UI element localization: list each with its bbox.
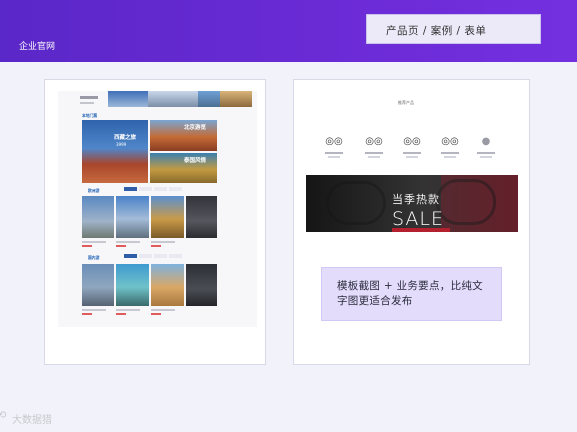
photo-domestic-3[interactable]: [151, 264, 184, 306]
mock-logo-sub: [80, 102, 94, 104]
mock-banner: [108, 91, 252, 107]
section-2-tab-2[interactable]: [139, 187, 152, 191]
glasses-icon: ◎◎: [441, 136, 459, 147]
price-line: [151, 245, 161, 247]
mock-section-title: 推荐产品: [398, 100, 414, 105]
watermark-icon: ⟲: [0, 410, 7, 421]
section-title-1: 本地门票: [82, 113, 98, 118]
section-3-tabs[interactable]: [124, 254, 204, 258]
tile-thailand[interactable]: 泰国风情: [150, 153, 217, 183]
breadcrumb-box: 产品页 / 案例 / 表单: [366, 14, 541, 44]
glasses-icon: ◎◎: [365, 136, 383, 147]
hero-banner[interactable]: 当季热款 SALE: [306, 175, 518, 232]
tile-tibet-title: 西藏之旅: [114, 135, 137, 141]
breadcrumb: 产品页 / 案例 / 表单: [386, 25, 487, 37]
price-line: [82, 245, 92, 247]
annotation-box: 模板截图 + 业务要点，比纯文字图更适合发布: [321, 267, 502, 321]
top-header: 企业官网 产品页 / 案例 / 表单: [0, 0, 577, 62]
category-sub: [480, 156, 492, 158]
hero-sale-strip: [392, 228, 450, 232]
section-2-tab-1[interactable]: [124, 187, 137, 191]
product-category-3[interactable]: ◎◎: [398, 137, 426, 158]
tile-beijing[interactable]: 北京游览: [150, 120, 217, 151]
template-preview-left: 本地门票 西藏之旅 3999 北京游览 泰国风情 欧洲游 国内游: [44, 79, 266, 365]
photo-europe-3[interactable]: [151, 196, 184, 238]
caption-line: [151, 241, 175, 243]
category-label: [477, 152, 495, 154]
section-3-tab-1[interactable]: [124, 254, 137, 258]
price-line: [151, 313, 161, 315]
category-sub: [368, 156, 380, 158]
product-category-4[interactable]: ◎◎: [436, 137, 464, 158]
product-category-5[interactable]: ●: [472, 137, 500, 158]
section-2-tab-3[interactable]: [154, 187, 167, 191]
photo-domestic-4[interactable]: [186, 264, 217, 306]
section-title-2: 欧洲游: [88, 188, 100, 193]
travel-site-mock: 本地门票 西藏之旅 3999 北京游览 泰国风情 欧洲游 国内游: [58, 91, 257, 327]
section-2-tabs[interactable]: [124, 187, 204, 191]
hero-sale-text: SALE: [392, 208, 445, 230]
price-line: [82, 313, 92, 315]
section-title-3: 国内游: [88, 255, 100, 260]
caption-line: [116, 309, 140, 311]
price-line: [116, 245, 126, 247]
section-3-tab-4[interactable]: [169, 254, 182, 258]
price-line: [116, 313, 126, 315]
photo-europe-4[interactable]: [186, 196, 217, 238]
photo-europe-1[interactable]: [82, 196, 114, 238]
hero-headline: 当季热款: [392, 193, 440, 206]
mock-logo: [80, 96, 98, 99]
glasses-icon: ◎◎: [403, 136, 421, 147]
category-sub: [406, 156, 418, 158]
section-3-tab-3[interactable]: [154, 254, 167, 258]
watermark: 大数据猎: [12, 415, 52, 426]
tile-tibet-price: 3999: [116, 142, 127, 147]
category-label: [365, 152, 383, 154]
glasses-icon: ◎◎: [325, 136, 343, 147]
photo-europe-2[interactable]: [116, 196, 149, 238]
more-icon: ●: [481, 136, 491, 147]
category-sub: [328, 156, 340, 158]
category-label: [403, 152, 421, 154]
photo-domestic-1[interactable]: [82, 264, 114, 306]
photo-domestic-2[interactable]: [116, 264, 149, 306]
section-3-tab-2[interactable]: [139, 254, 152, 258]
product-category-1[interactable]: ◎◎: [320, 137, 348, 158]
tile-thailand-title: 泰国风情: [184, 158, 207, 164]
tile-beijing-title: 北京游览: [184, 125, 207, 131]
category-label: [441, 152, 459, 154]
category-label: [325, 152, 343, 154]
caption-line: [151, 309, 175, 311]
section-2-tab-4[interactable]: [169, 187, 182, 191]
caption-line: [82, 241, 106, 243]
product-category-2[interactable]: ◎◎: [360, 137, 388, 158]
template-preview-right: 推荐产品 ◎◎ ◎◎ ◎◎ ◎◎ ● 当季热款 SALE: [293, 79, 530, 365]
caption-line: [116, 241, 140, 243]
caption-line: [82, 309, 106, 311]
category-sub: [444, 156, 456, 158]
tile-tibet[interactable]: 西藏之旅 3999: [82, 120, 148, 183]
annotation-text: 模板截图 + 业务要点，比纯文字图更适合发布: [337, 280, 483, 307]
brand-title[interactable]: 企业官网: [19, 39, 55, 52]
